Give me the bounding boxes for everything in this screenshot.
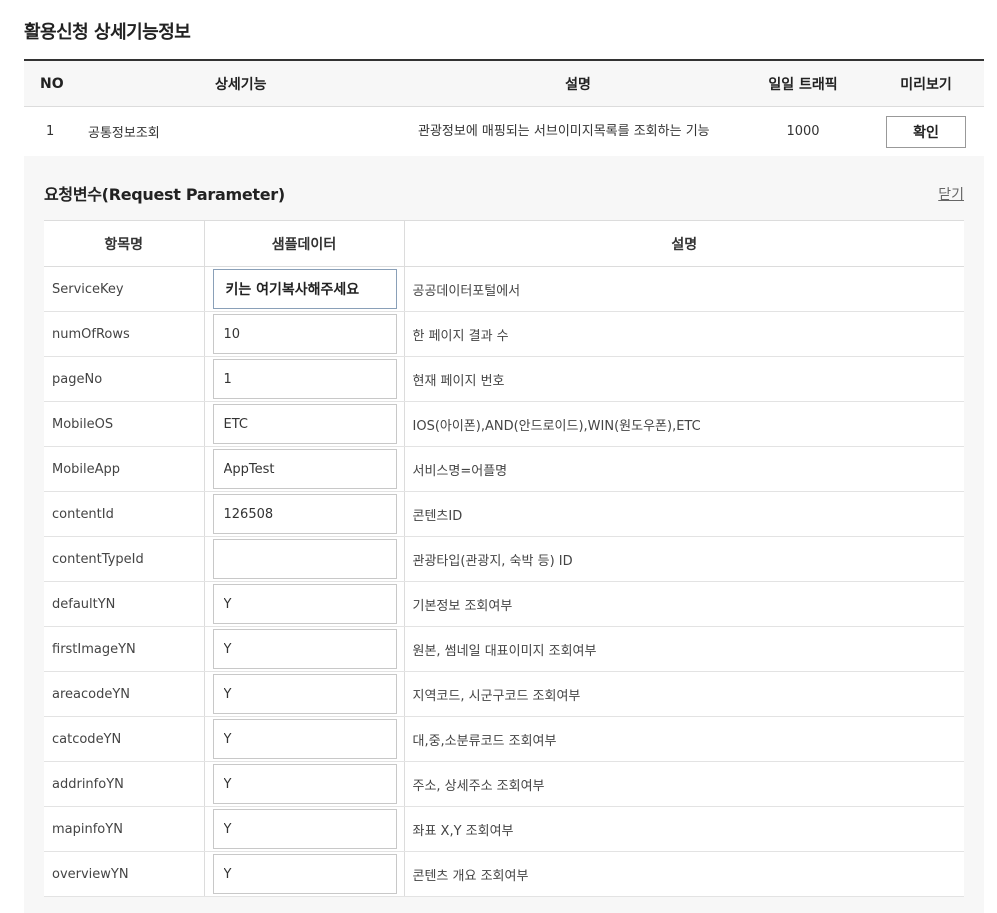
parameter-row: overviewYN 콘텐츠 개요 조회여부 xyxy=(44,851,964,897)
param-desc: 대,중,소분류코드 조회여부 xyxy=(404,716,964,762)
param-sample-cell xyxy=(204,761,405,807)
parameter-row: contentId 콘텐츠ID xyxy=(44,491,964,537)
param-name: numOfRows xyxy=(44,311,205,357)
param-desc: 좌표 X,Y 조회여부 xyxy=(404,806,964,852)
param-name: addrinfoYN xyxy=(44,761,205,807)
param-sample-input[interactable] xyxy=(212,359,397,399)
param-desc: 원본, 썸네일 대표이미지 조회여부 xyxy=(404,626,964,672)
param-sample-input[interactable] xyxy=(212,449,397,489)
parameter-row: mapinfoYN 좌표 X,Y 조회여부 xyxy=(44,806,964,852)
param-name: contentId xyxy=(44,491,205,537)
param-sample-input[interactable] xyxy=(212,854,397,894)
param-name: contentTypeId xyxy=(44,536,205,582)
param-sample-cell xyxy=(204,716,405,762)
param-desc: 관광타입(관광지, 숙박 등) ID xyxy=(404,536,964,582)
param-desc: 콘텐츠ID xyxy=(404,491,964,537)
row-preview: 확인 xyxy=(868,115,984,148)
param-name: MobileOS xyxy=(44,401,205,447)
header-desc: 설명 xyxy=(565,76,591,93)
parameter-row: addrinfoYN 주소, 상세주소 조회여부 xyxy=(44,761,964,807)
param-sample-cell xyxy=(204,671,405,717)
parameter-row: MobileApp 서비스명=어플명 xyxy=(44,446,964,492)
function-table-header: NO 상세기능 설명 일일 트래픽 미리보기 xyxy=(24,61,984,107)
param-sample-cell xyxy=(204,806,405,852)
header-name: 항목명 xyxy=(44,220,205,267)
param-desc: 공공데이터포털에서 xyxy=(404,266,964,312)
param-name: areacodeYN xyxy=(44,671,205,717)
parameter-row: areacodeYN 지역코드, 시군구코드 조회여부 xyxy=(44,671,964,717)
param-sample-cell xyxy=(204,851,405,897)
param-sample-input[interactable] xyxy=(212,719,397,759)
param-sample-cell xyxy=(204,401,405,447)
parameter-row: pageNo 현재 페이지 번호 xyxy=(44,356,964,402)
param-name: defaultYN xyxy=(44,581,205,627)
param-name: mapinfoYN xyxy=(44,806,205,852)
header-func: 상세기능 xyxy=(215,76,267,93)
param-desc: 콘텐츠 개요 조회여부 xyxy=(404,851,964,897)
page-title: 활용신청 상세기능정보 xyxy=(24,22,191,43)
header-preview: 미리보기 xyxy=(900,76,952,93)
parameter-table: 항목명 샘플데이터 설명 ServiceKey 공공데이터포털에서 numOfR… xyxy=(44,220,964,897)
row-desc: 관광정보에 매핑되는 서브이미지목록를 조회하는 기능 xyxy=(418,123,710,139)
param-sample-cell xyxy=(204,446,405,492)
header-no: NO xyxy=(40,75,64,92)
param-desc: 기본정보 조회여부 xyxy=(404,581,964,627)
param-sample-input[interactable] xyxy=(212,629,397,669)
row-no: 1 xyxy=(46,124,55,139)
header-traffic: 일일 트래픽 xyxy=(768,76,838,93)
param-sample-input[interactable] xyxy=(212,539,397,579)
parameter-row: ServiceKey 공공데이터포털에서 xyxy=(44,266,964,312)
param-desc: IOS(아이폰),AND(안드로이드),WIN(원도우폰),ETC xyxy=(404,401,964,447)
param-sample-input[interactable] xyxy=(212,314,397,354)
parameter-body: ServiceKey 공공데이터포털에서 numOfRows 한 페이지 결과 … xyxy=(44,266,964,897)
param-sample-input[interactable] xyxy=(212,404,397,444)
param-sample-cell xyxy=(204,581,405,627)
param-name: catcodeYN xyxy=(44,716,205,762)
param-desc: 지역코드, 시군구코드 조회여부 xyxy=(404,671,964,717)
param-sample-input[interactable] xyxy=(212,809,397,849)
param-desc: 한 페이지 결과 수 xyxy=(404,311,964,357)
param-sample-input[interactable] xyxy=(212,674,397,714)
header-sample: 샘플데이터 xyxy=(204,220,405,267)
param-desc: 현재 페이지 번호 xyxy=(404,356,964,402)
param-sample-cell xyxy=(204,356,405,402)
param-desc: 서비스명=어플명 xyxy=(404,446,964,492)
function-table: NO 상세기능 설명 일일 트래픽 미리보기 1 공통정보조회 관광정보에 매핑… xyxy=(24,59,984,157)
row-func: 공통정보조회 xyxy=(88,122,418,141)
param-sample-cell xyxy=(204,491,405,537)
param-name: ServiceKey xyxy=(44,266,205,312)
param-sample-cell xyxy=(204,311,405,357)
param-sample-cell xyxy=(204,626,405,672)
param-sample-input[interactable] xyxy=(212,494,397,534)
param-sample-cell xyxy=(204,536,405,582)
param-name: firstImageYN xyxy=(44,626,205,672)
panel-title: 요청변수(Request Parameter) xyxy=(44,185,285,204)
parameter-row: MobileOS IOS(아이폰),AND(안드로이드),WIN(원도우폰),E… xyxy=(44,401,964,447)
function-row: 1 공통정보조회 관광정보에 매핑되는 서브이미지목록를 조회하는 기능 100… xyxy=(24,107,984,157)
parameter-header-row: 항목명 샘플데이터 설명 xyxy=(44,220,964,267)
row-traffic: 1000 xyxy=(786,124,820,139)
parameter-row: defaultYN 기본정보 조회여부 xyxy=(44,581,964,627)
row-func-name: 공통정보조회 xyxy=(88,126,160,141)
header-param-desc: 설명 xyxy=(404,220,964,267)
param-desc: 주소, 상세주소 조회여부 xyxy=(404,761,964,807)
param-name: pageNo xyxy=(44,356,205,402)
request-parameter-panel: 요청변수(Request Parameter) 닫기 항목명 샘플데이터 설명 … xyxy=(24,156,984,913)
parameter-row: catcodeYN 대,중,소분류코드 조회여부 xyxy=(44,716,964,762)
param-sample-input[interactable] xyxy=(212,584,397,624)
param-sample-cell xyxy=(204,266,405,312)
parameter-row: firstImageYN 원본, 썸네일 대표이미지 조회여부 xyxy=(44,626,964,672)
param-sample-input[interactable] xyxy=(212,764,397,804)
param-sample-input[interactable] xyxy=(212,269,397,309)
param-name: MobileApp xyxy=(44,446,205,492)
confirm-button[interactable]: 확인 xyxy=(886,115,966,148)
close-link[interactable]: 닫기 xyxy=(938,184,964,204)
parameter-row: contentTypeId 관광타입(관광지, 숙박 등) ID xyxy=(44,536,964,582)
parameter-row: numOfRows 한 페이지 결과 수 xyxy=(44,311,964,357)
param-name: overviewYN xyxy=(44,851,205,897)
